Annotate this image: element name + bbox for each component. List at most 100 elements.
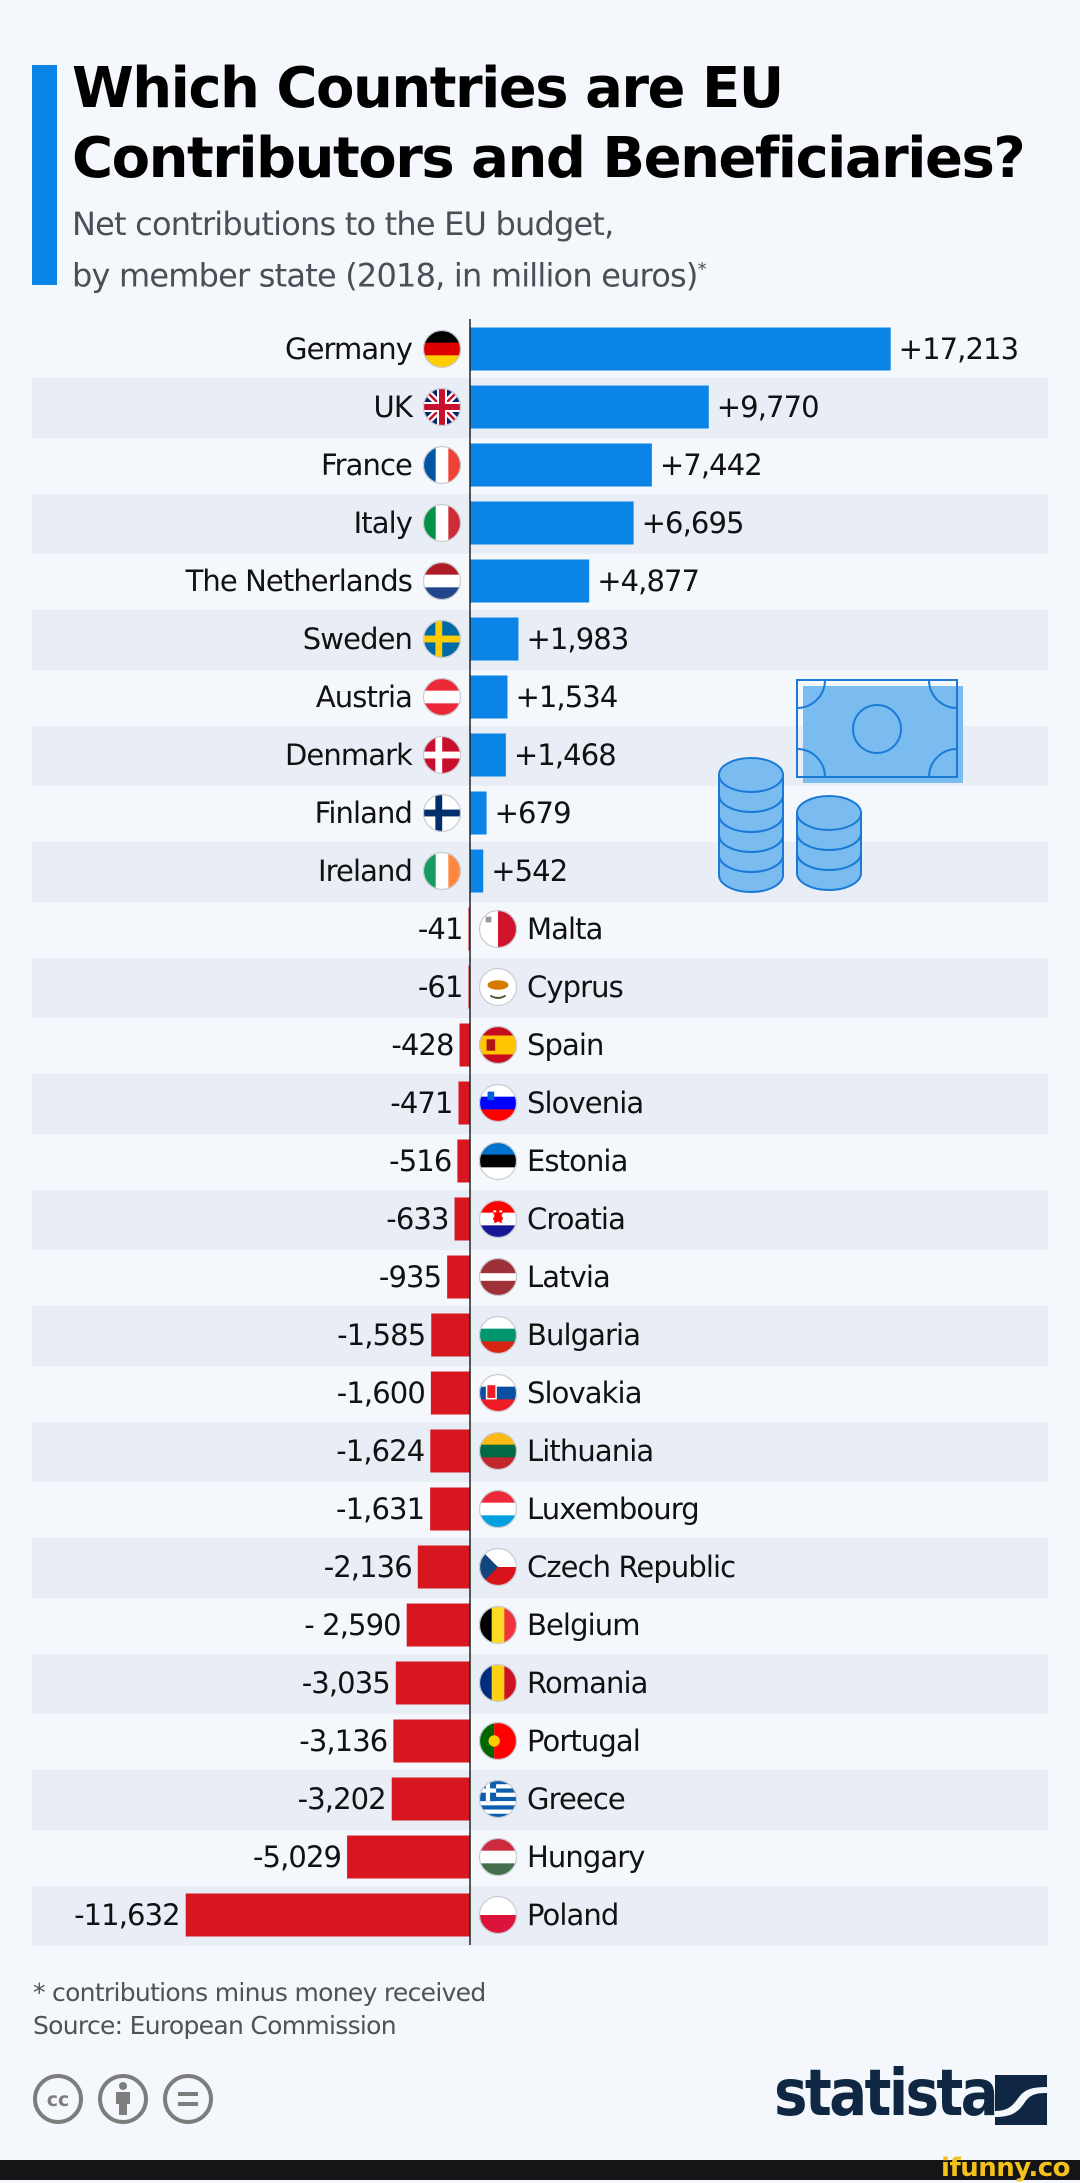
flag-fr-icon bbox=[422, 445, 462, 485]
attribution-icon[interactable] bbox=[97, 2073, 149, 2125]
country-label: Latvia bbox=[527, 1260, 610, 1294]
svg-text:cc: cc bbox=[47, 2089, 70, 2111]
flag-be-icon bbox=[478, 1605, 518, 1645]
country-label: Slovakia bbox=[527, 1376, 642, 1410]
value-label: -41 bbox=[418, 912, 463, 946]
creative-commons-icon[interactable]: cc bbox=[32, 2073, 84, 2125]
country-label: The Netherlands bbox=[185, 564, 412, 598]
value-label: -516 bbox=[389, 1144, 451, 1178]
flag-hu-icon bbox=[478, 1837, 518, 1877]
flag-de-icon bbox=[422, 329, 462, 369]
bar-denmark bbox=[470, 733, 506, 777]
statista-logo-icon[interactable] bbox=[995, 2075, 1047, 2125]
value-label: -471 bbox=[390, 1086, 452, 1120]
no-derivatives-icon[interactable] bbox=[162, 2073, 214, 2125]
country-label: UK bbox=[374, 390, 414, 424]
bar-italy bbox=[470, 501, 634, 545]
country-label: Portugal bbox=[527, 1724, 640, 1758]
value-label: -11,632 bbox=[74, 1898, 180, 1932]
value-label: +17,213 bbox=[899, 332, 1018, 366]
bar-estonia bbox=[457, 1139, 470, 1183]
country-label: Cyprus bbox=[527, 970, 623, 1004]
value-label: +7,442 bbox=[660, 448, 762, 482]
coin-stack-large bbox=[718, 757, 784, 893]
value-label: -5,029 bbox=[253, 1840, 341, 1874]
bar-bulgaria bbox=[431, 1313, 470, 1357]
country-label: Hungary bbox=[527, 1840, 645, 1874]
value-label: +679 bbox=[495, 796, 571, 830]
value-label: -1,631 bbox=[336, 1492, 424, 1526]
value-label: -3,202 bbox=[298, 1782, 386, 1816]
value-label: -3,035 bbox=[302, 1666, 390, 1700]
value-label: +1,534 bbox=[515, 680, 617, 714]
flag-gr-icon bbox=[478, 1779, 518, 1819]
flag-nl-icon bbox=[422, 561, 462, 601]
watermark-band bbox=[0, 2160, 1080, 2180]
bar-lithuania bbox=[430, 1429, 470, 1473]
country-label: Germany bbox=[285, 332, 413, 366]
flag-fi-icon bbox=[422, 793, 462, 833]
bar-uk bbox=[470, 385, 709, 429]
flag-mt-icon bbox=[478, 909, 518, 949]
country-label: Finland bbox=[315, 796, 412, 830]
value-label: -2,136 bbox=[324, 1550, 412, 1584]
country-label: Lithuania bbox=[527, 1434, 653, 1468]
flag-es-icon bbox=[478, 1025, 518, 1065]
value-label: -1,600 bbox=[337, 1376, 425, 1410]
country-label: France bbox=[321, 448, 412, 482]
coin-stack-small bbox=[796, 795, 862, 891]
country-label: Italy bbox=[354, 506, 413, 540]
bar-slovakia bbox=[430, 1371, 470, 1415]
country-label: Romania bbox=[527, 1666, 648, 1700]
country-label: Estonia bbox=[527, 1144, 627, 1178]
flag-dk-icon bbox=[422, 735, 462, 775]
country-label: Ireland bbox=[318, 854, 412, 888]
value-label: +542 bbox=[491, 854, 567, 888]
flag-pt-icon bbox=[478, 1721, 518, 1761]
bar-ireland bbox=[470, 849, 484, 893]
value-label: +6,695 bbox=[642, 506, 744, 540]
bar-france bbox=[470, 443, 652, 487]
country-label: Czech Republic bbox=[527, 1550, 735, 1584]
bar-portugal bbox=[393, 1719, 470, 1763]
bar-austria bbox=[470, 675, 508, 719]
country-label: Austria bbox=[316, 680, 412, 714]
country-label: Sweden bbox=[303, 622, 412, 656]
value-label: -935 bbox=[379, 1260, 441, 1294]
value-label: +1,983 bbox=[526, 622, 628, 656]
country-label: Malta bbox=[527, 912, 603, 946]
bar-finland bbox=[470, 791, 487, 835]
flag-cy-icon bbox=[478, 967, 518, 1007]
bar-chart: +17,213 Germany +9,770 UK +7,442 France +6,695… bbox=[32, 319, 1048, 1946]
value-label: +4,877 bbox=[597, 564, 699, 598]
bar-hungary bbox=[347, 1835, 470, 1879]
value-label: -1,585 bbox=[337, 1318, 425, 1352]
bar-luxembourg bbox=[430, 1487, 470, 1531]
bar-slovenia bbox=[458, 1081, 470, 1125]
country-label: Bulgaria bbox=[527, 1318, 640, 1352]
bar-the-netherlands bbox=[470, 559, 590, 603]
flag-ee-icon bbox=[478, 1141, 518, 1181]
country-label: Poland bbox=[527, 1898, 618, 1932]
flag-lu-icon bbox=[478, 1489, 518, 1529]
footnote: * contributions minus money received Sou… bbox=[33, 1976, 486, 2042]
flag-se-icon bbox=[422, 619, 462, 659]
value-label: +1,468 bbox=[514, 738, 616, 772]
flag-sk-icon bbox=[478, 1373, 518, 1413]
statista-logo-text[interactable]: statista bbox=[774, 2057, 999, 2131]
footnote-definition: * contributions minus money received bbox=[33, 1978, 486, 2007]
flag-lv-icon bbox=[478, 1257, 518, 1297]
value-label: +9,770 bbox=[717, 390, 819, 424]
country-label: Spain bbox=[527, 1028, 604, 1062]
flag-at-icon bbox=[422, 677, 462, 717]
value-label: -1,624 bbox=[336, 1434, 424, 1468]
country-label: Greece bbox=[527, 1782, 625, 1816]
country-label: Belgium bbox=[527, 1608, 640, 1642]
coin-top bbox=[718, 757, 784, 793]
bar-croatia bbox=[454, 1197, 470, 1241]
bar-greece bbox=[391, 1777, 470, 1821]
country-label: Luxembourg bbox=[527, 1492, 699, 1526]
bar-spain bbox=[459, 1023, 470, 1067]
bar-sweden bbox=[470, 617, 519, 661]
value-label: -3,136 bbox=[299, 1724, 387, 1758]
